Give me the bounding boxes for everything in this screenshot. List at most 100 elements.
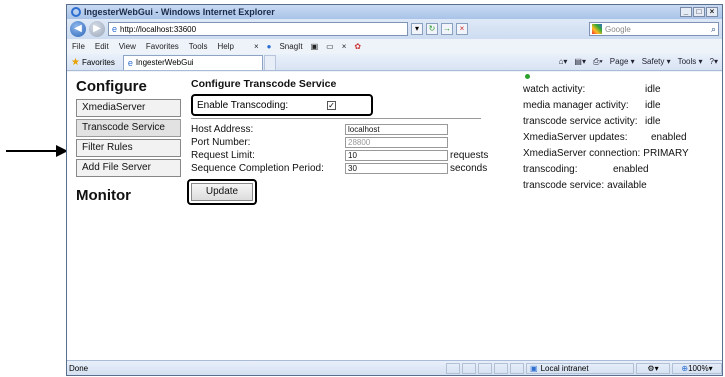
status-cell: [494, 362, 508, 374]
port-number-row: Port Number: 28800: [191, 136, 501, 148]
port-number-input: 28800: [345, 136, 448, 148]
snagit-icon: ●: [266, 42, 272, 51]
zoom-control[interactable]: ⊕ 100% ▾: [672, 362, 722, 374]
status-key: XmediaServer updates:: [523, 131, 628, 143]
close-toolbar-icon-2[interactable]: ×: [342, 42, 347, 51]
snagit-capture-icon[interactable]: ▣: [311, 42, 319, 51]
request-limit-input[interactable]: 10: [345, 149, 448, 161]
search-placeholder: Google: [605, 24, 631, 34]
status-value: idle: [645, 115, 661, 127]
sequence-period-input[interactable]: 30: [345, 162, 448, 174]
sidebar-item-transcode-service[interactable]: Transcode Service: [76, 119, 181, 137]
address-bar[interactable]: e http://localhost:33600: [108, 22, 408, 36]
status-done: Done: [69, 363, 89, 373]
status-cell: [478, 362, 492, 374]
zoom-level: 100%: [688, 363, 709, 373]
sidebar-item-filter-rules[interactable]: Filter Rules: [76, 139, 181, 157]
sequence-period-label: Sequence Completion Period:: [191, 162, 324, 174]
status-row: transcoding: enabled: [523, 161, 722, 177]
host-address-row: Host Address: localhost: [191, 123, 501, 135]
menu-file[interactable]: File: [72, 42, 85, 51]
status-key: watch activity:: [523, 83, 586, 95]
refresh-button[interactable]: ↻: [426, 23, 438, 35]
status-value: idle: [645, 83, 661, 95]
address-dropdown-button[interactable]: ▾: [411, 23, 423, 35]
menu-view[interactable]: View: [119, 42, 136, 51]
search-icon[interactable]: ⌕: [711, 24, 718, 35]
sidebar-item-xmediaserver[interactable]: XmediaServer: [76, 99, 181, 117]
snagit-window-icon[interactable]: ▭: [326, 42, 334, 51]
status-row: watch activity: idle: [523, 81, 722, 97]
tab-page-icon: e: [127, 57, 133, 68]
monitor-heading[interactable]: Monitor: [73, 183, 183, 208]
favorites-label[interactable]: Favorites: [82, 58, 115, 67]
google-icon: [592, 24, 602, 34]
form-divider: [191, 118, 481, 119]
status-cell: [462, 362, 476, 374]
safety-menu[interactable]: Safety ▾: [642, 57, 671, 67]
addon-icon[interactable]: ✿: [354, 42, 361, 51]
tools-menu[interactable]: Tools ▾: [678, 57, 703, 67]
status-key: XmediaServer connection:: [523, 147, 641, 159]
feeds-icon[interactable]: ▤▾: [574, 57, 586, 67]
home-icon[interactable]: ⌂▾: [559, 57, 568, 67]
status-cell: [446, 362, 460, 374]
status-row: XmediaServer connection: PRIMARY: [523, 145, 722, 161]
sidebar-item-add-file-server[interactable]: Add File Server: [76, 159, 181, 177]
status-row: media manager activity: idle: [523, 97, 722, 113]
annotation-arrow-line: [6, 150, 58, 152]
enable-transcoding-row: Enable Transcoding: ✓: [191, 94, 373, 116]
snagit-label[interactable]: SnagIt: [279, 42, 302, 51]
favorites-star-icon[interactable]: ★: [71, 57, 80, 68]
form-title: Configure Transcode Service: [191, 78, 337, 90]
status-row: transcode service activity: idle: [523, 113, 722, 129]
request-limit-unit: requests: [450, 149, 489, 161]
menu-bar: File Edit View Favorites Tools Help × ● …: [67, 39, 722, 54]
search-box[interactable]: Google ⌕: [589, 22, 719, 36]
request-limit-row: Request Limit: 10 requests: [191, 149, 501, 161]
print-icon[interactable]: ⎙▾: [593, 57, 603, 67]
tab-ingesterwebgui[interactable]: e IngesterWebGui: [122, 54, 263, 70]
chevron-down-icon: ▾: [708, 363, 713, 373]
go-button[interactable]: →: [441, 23, 453, 35]
close-toolbar-icon[interactable]: ×: [254, 42, 259, 51]
host-address-input[interactable]: localhost: [345, 123, 448, 135]
favorites-bar: ★ Favorites e IngesterWebGui ⌂▾ ▤▾ ⎙▾ Pa…: [67, 54, 722, 71]
status-bar: Done ▣ Local intranet ⚙▾ ⊕ 100% ▾: [67, 360, 722, 375]
menu-tools[interactable]: Tools: [189, 42, 208, 51]
status-indicator-icon: [525, 74, 530, 79]
enable-transcoding-checkbox[interactable]: ✓: [327, 100, 336, 110]
status-key: transcode service activity:: [523, 115, 638, 127]
status-value: PRIMARY: [643, 147, 689, 159]
window-title: IngesterWebGui - Windows Internet Explor…: [84, 7, 275, 17]
stop-button[interactable]: ×: [456, 23, 468, 35]
menu-help[interactable]: Help: [217, 42, 233, 51]
sequence-period-unit: seconds: [450, 162, 488, 174]
menu-edit[interactable]: Edit: [95, 42, 109, 51]
back-button[interactable]: ◀: [70, 21, 86, 37]
update-button[interactable]: Update: [191, 183, 253, 201]
status-key: transcoding:: [523, 163, 578, 175]
request-limit-label: Request Limit:: [191, 149, 255, 161]
enable-transcoding-label: Enable Transcoding:: [197, 99, 289, 111]
security-zone[interactable]: ▣ Local intranet: [526, 362, 634, 374]
ie-logo-icon: [71, 7, 81, 17]
status-key: transcode service:: [523, 179, 605, 191]
page-content: Configure XmediaServer Transcode Service…: [67, 72, 722, 362]
browser-window: IngesterWebGui - Windows Internet Explor…: [66, 4, 723, 376]
maximize-button[interactable]: □: [693, 7, 705, 17]
transcode-form: Configure Transcode Service Enable Trans…: [187, 74, 501, 205]
forward-button[interactable]: ▶: [89, 21, 105, 37]
minimize-button[interactable]: _: [680, 7, 692, 17]
page-menu[interactable]: Page ▾: [610, 57, 635, 67]
configure-heading: Configure: [76, 78, 147, 95]
menu-favorites[interactable]: Favorites: [146, 42, 179, 51]
protected-mode-icon[interactable]: ⚙▾: [636, 362, 670, 374]
close-button[interactable]: ×: [706, 7, 718, 17]
command-bar: ⌂▾ ▤▾ ⎙▾ Page ▾ Safety ▾ Tools ▾ ?▾: [559, 57, 722, 67]
status-value: idle: [645, 99, 661, 111]
title-bar: IngesterWebGui - Windows Internet Explor…: [67, 5, 722, 19]
address-row: ◀ ▶ e http://localhost:33600 ▾ ↻ → × Goo…: [67, 19, 722, 39]
help-icon[interactable]: ?▾: [710, 57, 718, 67]
new-tab-button[interactable]: [263, 54, 276, 70]
